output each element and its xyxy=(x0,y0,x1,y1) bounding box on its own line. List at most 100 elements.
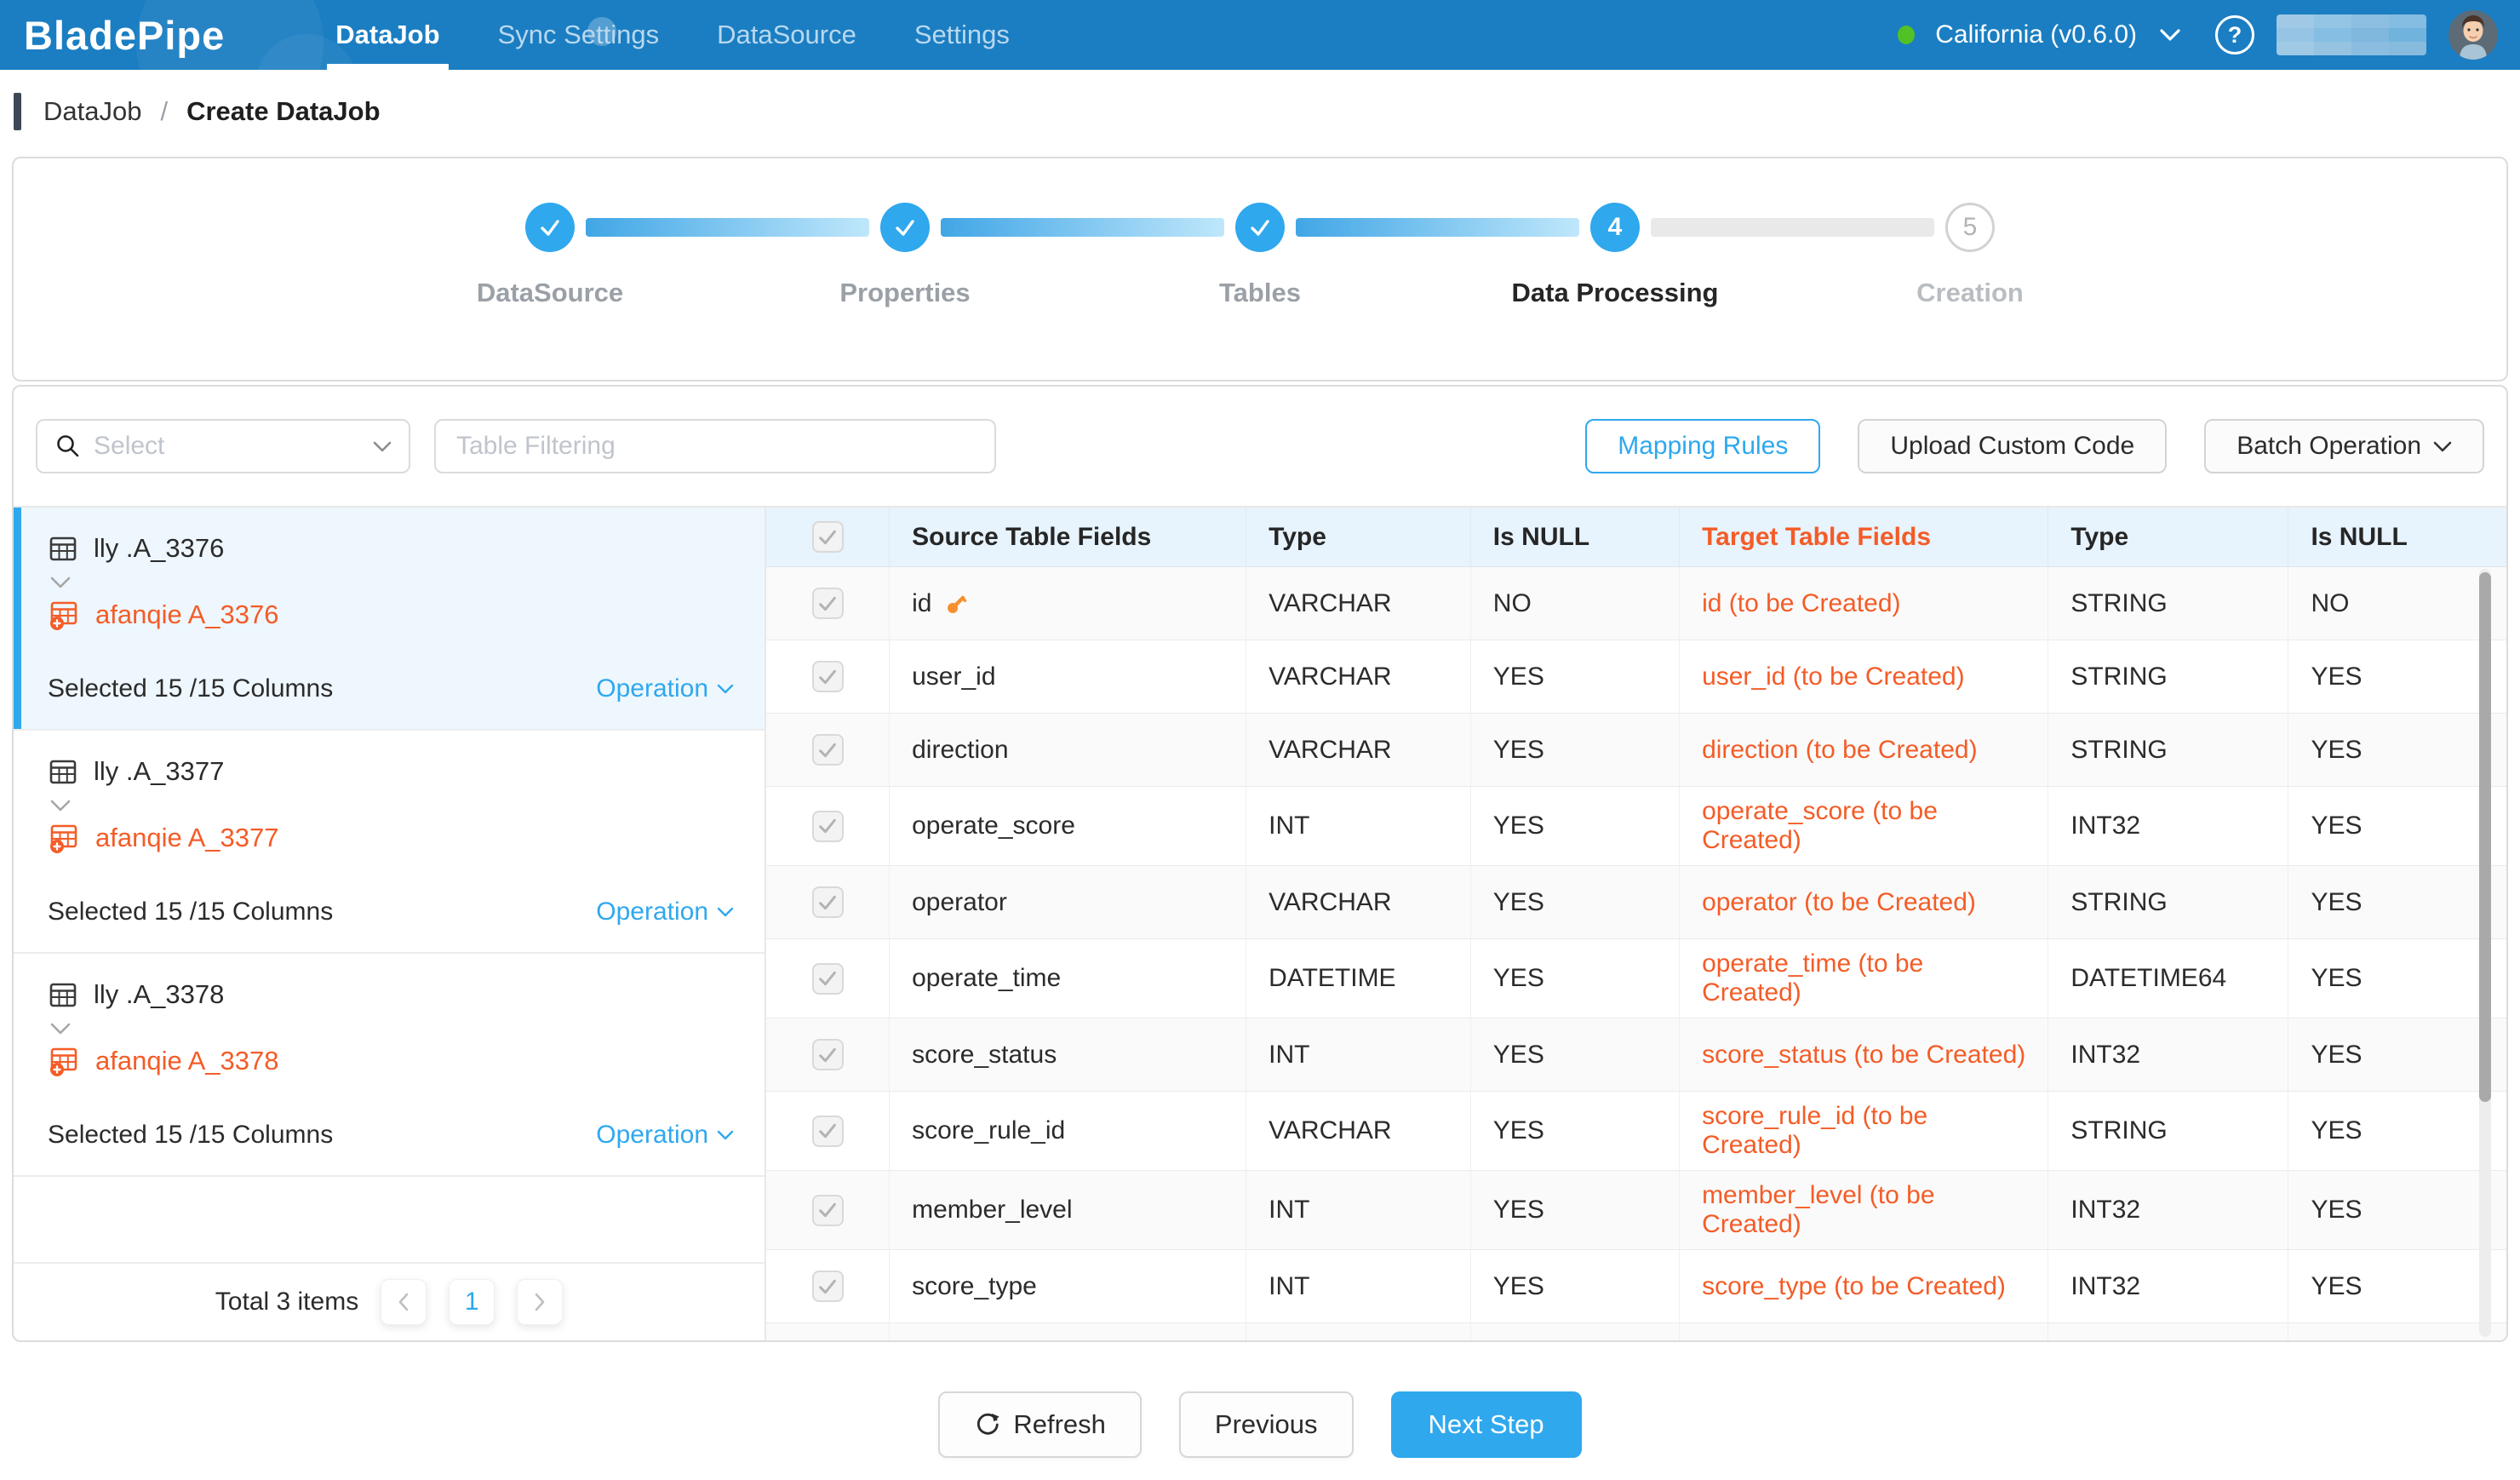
table-mapping-card[interactable]: lly .A_3377 xyxy=(14,731,765,954)
operation-dropdown[interactable]: Operation xyxy=(596,1121,734,1150)
row-checkbox xyxy=(812,1271,844,1302)
username-blurred xyxy=(2277,14,2426,55)
expand-toggle[interactable] xyxy=(49,576,734,590)
source-is-null: YES xyxy=(1493,812,1544,840)
table-row: user_id VARCHAR YES user_id (to be Creat… xyxy=(766,640,2506,714)
source-is-null: YES xyxy=(1493,888,1544,917)
source-table-name: lly .A_3376 xyxy=(94,533,224,564)
table-row: score_type INT YES score_type (to be Cre… xyxy=(766,1250,2506,1323)
breadcrumb-parent[interactable]: DataJob xyxy=(43,96,141,127)
upload-custom-code-button[interactable]: Upload Custom Code xyxy=(1858,419,2167,473)
mapping-rules-button[interactable]: Mapping Rules xyxy=(1585,419,1820,473)
table-row xyxy=(766,1323,2506,1340)
table-icon xyxy=(48,979,78,1010)
nav-item-datasource[interactable]: DataSource xyxy=(688,0,885,70)
field-mapping-table: Source Table Fields Type Is NULL Target … xyxy=(766,508,2506,1340)
target-field-name: score_status (to be Created) xyxy=(1702,1041,2025,1070)
target-field-type: STRING xyxy=(2070,1116,2167,1145)
breadcrumb-separator: / xyxy=(160,96,168,127)
chevron-right-icon xyxy=(533,1292,547,1312)
selected-columns-text: Selected 15 /15 Columns xyxy=(48,898,333,926)
col-header-target-type: Type xyxy=(2048,508,2288,566)
help-icon[interactable]: ? xyxy=(2215,15,2254,54)
source-field-name: score_rule_id xyxy=(912,1116,1065,1145)
target-is-null: YES xyxy=(2311,1272,2362,1301)
source-field-type: INT xyxy=(1269,1041,1309,1070)
source-field-type: VARCHAR xyxy=(1269,1116,1391,1145)
nav-item-datajob[interactable]: DataJob xyxy=(306,0,468,70)
source-field-name: user_id xyxy=(912,663,995,691)
operation-label: Operation xyxy=(596,1121,708,1150)
next-step-button[interactable]: Next Step xyxy=(1391,1391,1582,1458)
target-is-null: YES xyxy=(2311,1116,2362,1145)
row-checkbox xyxy=(812,661,844,692)
table-add-icon xyxy=(48,599,80,631)
refresh-icon xyxy=(974,1411,1001,1438)
selected-columns-text: Selected 15 /15 Columns xyxy=(48,1121,333,1150)
table-row: score_rule_id VARCHAR YES score_rule_id … xyxy=(766,1092,2506,1171)
expand-toggle[interactable] xyxy=(49,799,734,813)
source-field-name: direction xyxy=(912,736,1008,765)
table-filter-input[interactable] xyxy=(434,419,996,473)
nav-item-settings[interactable]: Settings xyxy=(885,0,1039,70)
table-list-panel: lly .A_3376 xyxy=(14,508,766,1340)
target-is-null: YES xyxy=(2311,812,2362,840)
target-field-name: operate_time (to be Created) xyxy=(1702,949,2025,1007)
operation-dropdown[interactable]: Operation xyxy=(596,898,734,926)
source-table-name: lly .A_3378 xyxy=(94,979,224,1010)
step-label: Data Processing xyxy=(1512,278,1719,308)
table-row: member_level INT YES member_level (to be… xyxy=(766,1171,2506,1250)
target-field-type: STRING xyxy=(2070,589,2167,618)
batch-operation-button[interactable]: Batch Operation xyxy=(2204,419,2484,473)
source-field-type: INT xyxy=(1269,1272,1309,1301)
select-placeholder: Select xyxy=(94,432,373,461)
total-items-text: Total 3 items xyxy=(215,1288,358,1317)
target-table-name: afanqie A_3378 xyxy=(95,1046,279,1076)
target-field-type: INT32 xyxy=(2070,1041,2140,1070)
region-version-selector[interactable]: California (v0.6.0) xyxy=(1935,20,2137,49)
step-check-icon xyxy=(880,203,930,252)
wizard-stepper: DataSource Properties Tables 4 Data Proc… xyxy=(373,203,2148,364)
col-header-target-fields: Target Table Fields xyxy=(1680,508,2048,566)
target-field-name: operate_score (to be Created) xyxy=(1702,797,2025,855)
target-field-name: score_type (to be Created) xyxy=(1702,1272,2006,1301)
target-field-type: INT32 xyxy=(2070,1272,2140,1301)
expand-toggle[interactable] xyxy=(49,1022,734,1036)
target-field-name: operator (to be Created) xyxy=(1702,888,1976,917)
step-connector-done xyxy=(941,218,1224,237)
table-select-dropdown[interactable]: Select xyxy=(36,419,410,473)
source-field-type: VARCHAR xyxy=(1269,888,1391,917)
previous-button[interactable]: Previous xyxy=(1179,1391,1354,1458)
operation-label: Operation xyxy=(596,674,708,703)
prev-page-button[interactable] xyxy=(381,1279,427,1325)
source-field-type: INT xyxy=(1269,1196,1309,1225)
page-1-button[interactable]: 1 xyxy=(449,1279,495,1325)
target-is-null: NO xyxy=(2311,589,2349,618)
nav-item-sync-settings[interactable]: Sync Settings xyxy=(469,0,689,70)
refresh-label: Refresh xyxy=(1013,1409,1106,1440)
chevron-down-icon xyxy=(2433,440,2452,453)
source-is-null: YES xyxy=(1493,1041,1544,1070)
pagination: Total 3 items 1 xyxy=(14,1262,765,1340)
target-field-type: INT32 xyxy=(2070,812,2140,840)
operation-dropdown[interactable]: Operation xyxy=(596,674,734,703)
step-label: Creation xyxy=(1916,278,2024,308)
chevron-down-icon[interactable] xyxy=(2159,27,2181,43)
chevron-down-icon xyxy=(717,906,734,918)
target-table-name: afanqie A_3376 xyxy=(95,599,279,630)
chevron-down-icon xyxy=(49,1022,72,1036)
target-is-null: YES xyxy=(2311,888,2362,917)
next-page-button[interactable] xyxy=(517,1279,563,1325)
table-icon xyxy=(48,533,78,564)
step-connector-pending xyxy=(1651,218,1934,237)
refresh-button[interactable]: Refresh xyxy=(938,1391,1142,1458)
table-mapping-card[interactable]: lly .A_3378 xyxy=(14,954,765,1177)
scrollbar-thumb[interactable] xyxy=(2479,572,2491,1102)
target-field-name: score_rule_id (to be Created) xyxy=(1702,1102,2025,1160)
operation-label: Operation xyxy=(596,898,708,926)
table-mapping-card[interactable]: lly .A_3376 xyxy=(14,508,765,731)
table-row: score_status INT YES score_status (to be… xyxy=(766,1018,2506,1092)
avatar[interactable] xyxy=(2448,10,2498,60)
source-field-name: id xyxy=(912,589,931,618)
row-checkbox xyxy=(812,1039,844,1070)
